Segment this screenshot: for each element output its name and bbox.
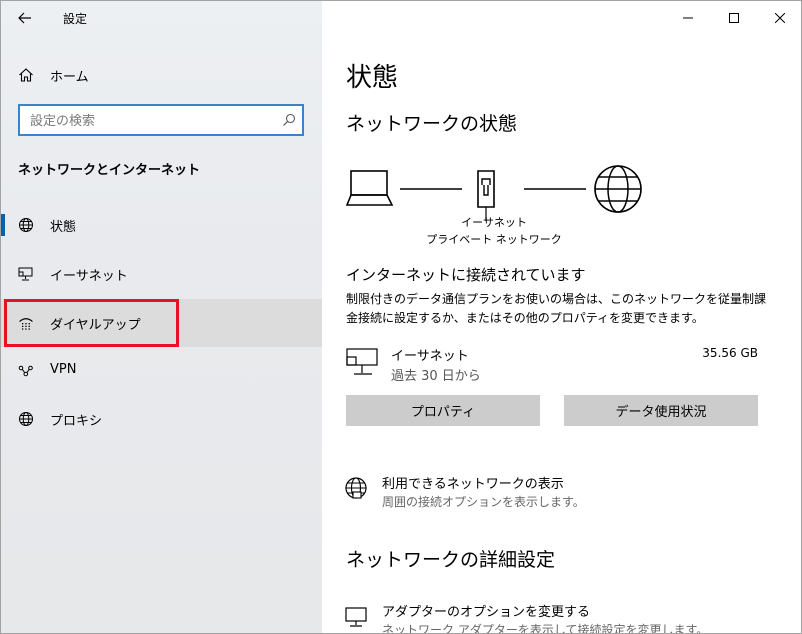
home-label: ホーム	[50, 70, 89, 85]
minimize-button[interactable]	[665, 1, 711, 35]
page-title: 状態	[346, 63, 399, 93]
network-diagram: イーサネット プライベート ネットワーク	[344, 161, 644, 251]
close-icon	[775, 13, 785, 23]
globe-icon	[19, 218, 33, 232]
home-icon	[19, 68, 33, 82]
connection-status-description: 制限付きのデータ通信プランをお使いの場合は、このネットワークを従量制課金接続に設…	[346, 292, 767, 325]
data-usage-button[interactable]: データ使用状況	[564, 395, 758, 426]
home-nav-item[interactable]: ホーム	[1, 59, 322, 91]
available-networks-link[interactable]: 利用できるネットワークの表示 周囲の接続オプションを表示します。	[344, 473, 784, 513]
diagram-label-network-type: プライベート ネットワーク	[426, 233, 562, 246]
network-diagram-graphic	[345, 165, 642, 221]
search-icon[interactable]	[282, 113, 296, 127]
back-button[interactable]	[11, 5, 39, 31]
data-usage-value: 35.56 GB	[702, 346, 758, 360]
search-box[interactable]	[18, 104, 304, 136]
search-input[interactable]	[28, 110, 272, 132]
sidebar-item-proxy[interactable]: プロキシ	[1, 395, 322, 443]
connection-name: イーサネット	[391, 349, 469, 364]
sidebar-item-label: ダイヤルアップ	[50, 318, 141, 333]
globe-icon	[19, 412, 33, 426]
network-adapter-icon	[345, 607, 367, 627]
minimize-icon	[683, 17, 693, 19]
sidebar-item-label: 状態	[50, 220, 77, 235]
sidebar-item-status[interactable]: 状態	[1, 201, 322, 249]
connection-period: 過去 30 日から	[391, 369, 481, 384]
connection-row: イーサネット 過去 30 日から 35.56 GB	[346, 345, 758, 385]
dialup-icon	[19, 318, 33, 330]
globe-network-icon	[345, 477, 367, 499]
section-title: ネットワークとインターネット	[18, 163, 201, 178]
app-title: 設定	[63, 12, 88, 26]
adapter-options-link[interactable]: アダプターのオプションを変更する ネットワーク アダプターを表示して接続設定を変…	[344, 601, 784, 634]
sidebar-item-label: プロキシ	[50, 414, 103, 429]
maximize-button[interactable]	[711, 1, 757, 35]
sidebar: 設定 ホーム ネットワークとインターネット 状態	[1, 1, 322, 633]
title-bar: 設定	[1, 1, 322, 35]
settings-window: 設定 ホーム ネットワークとインターネット 状態	[0, 0, 802, 634]
available-networks-subtitle: 周囲の接続オプションを表示します。	[382, 495, 585, 509]
maximize-icon	[729, 13, 739, 23]
sidebar-item-vpn[interactable]: VPN	[1, 347, 322, 395]
close-button[interactable]	[757, 1, 801, 35]
globe-icon	[594, 165, 642, 213]
sidebar-item-ethernet[interactable]: イーサネット	[1, 250, 322, 298]
connection-status-title: インターネットに接続されています	[346, 266, 586, 284]
vpn-icon	[18, 365, 33, 377]
laptop-icon	[345, 170, 394, 206]
adapter-options-subtitle: ネットワーク アダプターを表示して接続設定を変更します。	[382, 623, 709, 634]
properties-button[interactable]: プロパティ	[346, 395, 540, 426]
ethernet-icon	[18, 267, 33, 281]
sidebar-item-label: イーサネット	[50, 269, 128, 284]
network-status-heading: ネットワークの状態	[346, 113, 518, 135]
available-networks-title: 利用できるネットワークの表示	[382, 477, 564, 492]
adapter-options-title: アダプターのオプションを変更する	[382, 605, 591, 620]
diagram-label-ethernet: イーサネット	[461, 216, 527, 229]
main-content: 状態 ネットワークの状態 イーサネット プライベート ネットワーク インターネッ…	[322, 1, 801, 634]
window-controls	[665, 1, 801, 35]
sidebar-item-label: VPN	[50, 362, 77, 377]
ethernet-icon	[346, 348, 378, 375]
back-arrow-icon	[18, 12, 31, 24]
sidebar-item-dialup[interactable]: ダイヤルアップ	[1, 299, 322, 347]
advanced-settings-heading: ネットワークの詳細設定	[346, 549, 556, 571]
